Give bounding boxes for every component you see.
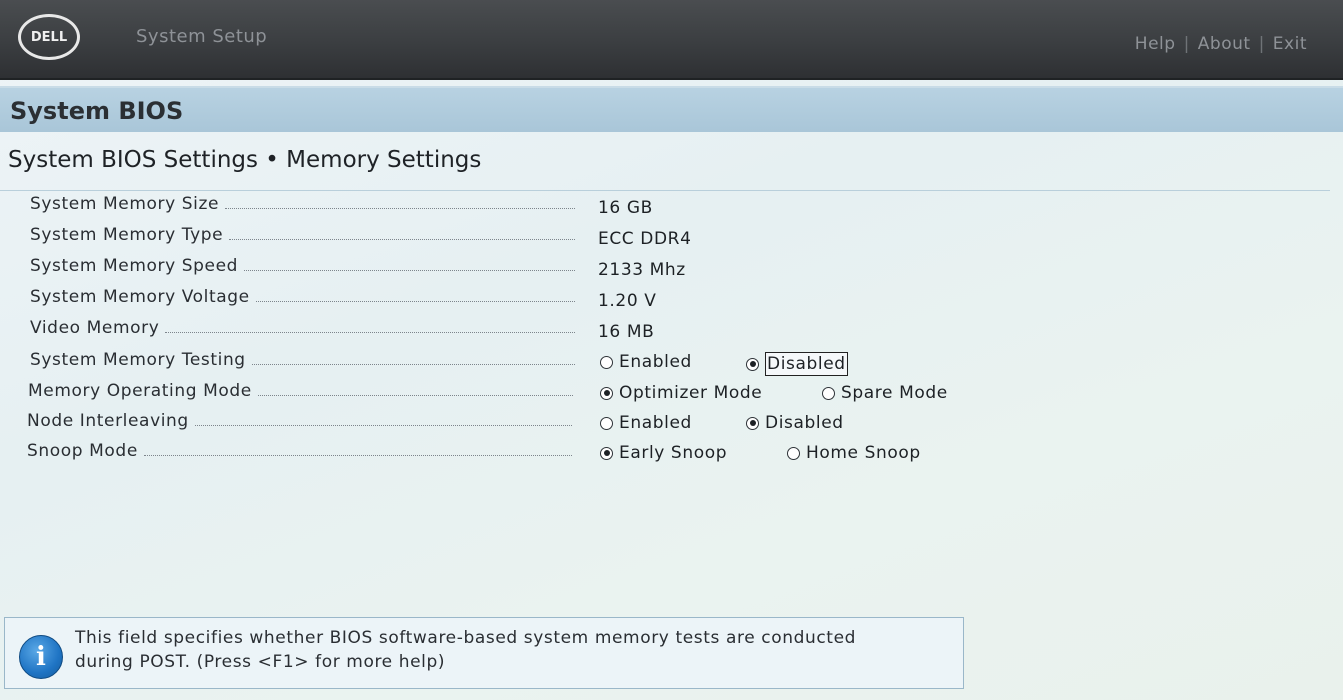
setting-label: Video Memory	[30, 318, 575, 338]
radio-label: Spare Mode	[841, 383, 948, 403]
leader-dots	[229, 238, 575, 240]
radio-label: Disabled	[765, 413, 844, 433]
app-title: System Setup	[136, 26, 268, 47]
setting-label: System Memory Type	[30, 225, 575, 245]
spare-mode-radio[interactable]: Spare Mode	[822, 383, 948, 403]
setting-label: Node Interleaving	[27, 411, 572, 431]
optimizer-mode-radio[interactable]: Optimizer Mode	[600, 383, 762, 403]
help-box: i This field specifies whether BIOS soft…	[4, 617, 964, 689]
help-link[interactable]: Help	[1135, 34, 1176, 54]
breadcrumb: System BIOS Settings • Memory Settings	[8, 147, 482, 173]
node-interleaving-enabled-radio[interactable]: Enabled	[600, 413, 692, 433]
node-interleaving-disabled-radio[interactable]: Disabled	[746, 413, 844, 433]
early-snoop-radio[interactable]: Early Snoop	[600, 443, 727, 463]
home-snoop-radio[interactable]: Home Snoop	[787, 443, 921, 463]
radio-label: Disabled	[765, 352, 848, 376]
leader-dots	[225, 207, 575, 209]
setting-label: System Memory Testing	[30, 350, 575, 370]
leader-dots	[257, 394, 573, 396]
radio-selected-icon	[746, 416, 759, 430]
radio-selected-icon	[746, 357, 759, 371]
setting-label-text: System Memory Speed	[30, 256, 239, 276]
leader-dots	[143, 454, 572, 456]
help-text-line: This field specifies whether BIOS softwa…	[75, 628, 857, 648]
setting-label-text: Node Interleaving	[27, 411, 189, 431]
radio-unselected-icon	[787, 446, 800, 460]
radio-selected-icon	[600, 446, 613, 460]
setting-row-video-memory: Video Memory 16 MB	[0, 316, 1343, 346]
info-icon: i	[19, 635, 63, 679]
memory-testing-disabled-radio[interactable]: Disabled	[746, 352, 848, 376]
setting-value-memory-size: 16 GB	[598, 198, 653, 218]
radio-label: Early Snoop	[619, 443, 728, 463]
nav-separator: |	[1258, 34, 1265, 54]
help-text: This field specifies whether BIOS softwa…	[75, 626, 955, 674]
setting-label-text: System Memory Type	[30, 225, 224, 245]
leader-dots	[194, 424, 572, 426]
setting-value-video-memory: 16 MB	[598, 322, 655, 342]
setting-label-text: Snoop Mode	[27, 441, 138, 461]
setting-label-text: System Memory Testing	[30, 350, 246, 370]
setting-label: Snoop Mode	[27, 441, 572, 461]
setting-label-text: Video Memory	[30, 318, 160, 338]
setting-row-memory-speed: System Memory Speed 2133 Mhz	[0, 254, 1343, 284]
setting-label-text: Memory Operating Mode	[28, 381, 252, 401]
setting-label: System Memory Speed	[30, 256, 575, 276]
nav-separator: |	[1183, 34, 1190, 54]
radio-unselected-icon	[600, 355, 613, 369]
setting-label-text: System Memory Voltage	[30, 287, 250, 307]
setting-label: System Memory Voltage	[30, 287, 575, 307]
setting-row-memory-testing: System Memory Testing Enabled Disabled	[0, 348, 1343, 378]
setting-row-snoop-mode: Snoop Mode Early Snoop Home Snoop	[0, 439, 1343, 469]
about-link[interactable]: About	[1198, 34, 1251, 54]
radio-label: Enabled	[619, 413, 692, 433]
setting-row-memory-size: System Memory Size 16 GB	[0, 192, 1343, 222]
radio-unselected-icon	[822, 386, 835, 400]
section-title: System BIOS	[10, 97, 184, 125]
setting-row-memory-voltage: System Memory Voltage 1.20 V	[0, 285, 1343, 315]
setting-value-memory-speed: 2133 Mhz	[598, 260, 686, 280]
dell-logo: DELL	[18, 14, 80, 60]
leader-dots	[165, 331, 575, 333]
setting-row-memory-type: System Memory Type ECC DDR4	[0, 223, 1343, 253]
setting-row-operating-mode: Memory Operating Mode Optimizer Mode Spa…	[0, 379, 1343, 409]
dell-logo-text: DELL	[30, 29, 68, 45]
top-header-bar: DELL System Setup Help | About | Exit	[0, 0, 1343, 80]
leader-dots	[251, 363, 575, 365]
setting-row-node-interleaving: Node Interleaving Enabled Disabled	[0, 409, 1343, 439]
setting-label: Memory Operating Mode	[28, 381, 573, 401]
section-banner: System BIOS	[0, 86, 1343, 132]
radio-label: Enabled	[619, 352, 692, 372]
setting-label: System Memory Size	[30, 194, 575, 214]
help-text-line: during POST. (Press <F1> for more help)	[75, 652, 446, 672]
leader-dots	[244, 269, 575, 271]
memory-testing-enabled-radio[interactable]: Enabled	[600, 352, 692, 372]
radio-label: Home Snoop	[806, 443, 921, 463]
top-nav: Help | About | Exit	[1135, 34, 1307, 54]
setting-value-memory-voltage: 1.20 V	[598, 291, 657, 311]
radio-label: Optimizer Mode	[619, 383, 763, 403]
leader-dots	[255, 300, 575, 302]
exit-link[interactable]: Exit	[1273, 34, 1307, 54]
divider	[0, 190, 1330, 191]
setting-label-text: System Memory Size	[30, 194, 220, 214]
radio-unselected-icon	[600, 416, 613, 430]
radio-selected-icon	[600, 386, 613, 400]
setting-value-memory-type: ECC DDR4	[598, 229, 692, 249]
